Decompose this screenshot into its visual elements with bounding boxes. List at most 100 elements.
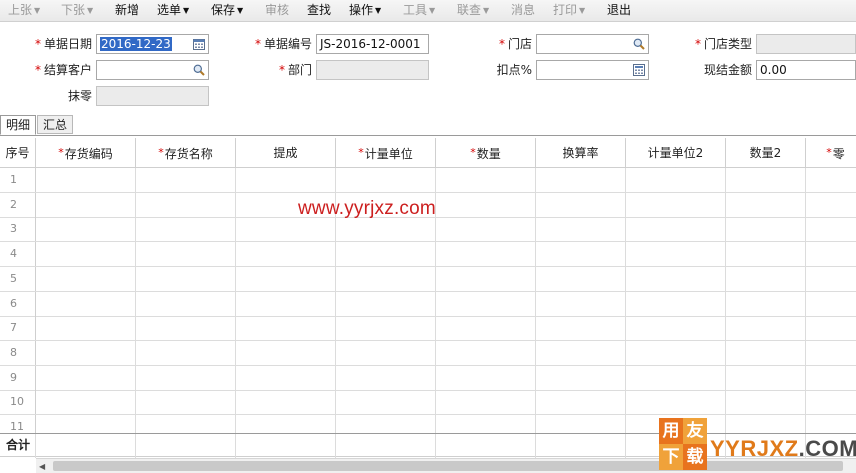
customer-label: * 结算客户	[34, 63, 92, 77]
column-header-1[interactable]: *存货编码	[36, 138, 136, 168]
footer-column-line	[625, 434, 626, 457]
store-type-label: * 门店类型	[694, 37, 752, 51]
table-row[interactable]: 1	[0, 168, 856, 193]
footer-column-line	[335, 434, 336, 457]
store-field[interactable]	[536, 34, 649, 54]
toolbar-button-label: 打印	[553, 3, 578, 17]
column-header-label: 计量单位2	[647, 146, 704, 160]
table-row[interactable]: 6	[0, 291, 856, 317]
chevron-down-icon: ▼	[429, 6, 436, 15]
chevron-down-icon: ▼	[87, 6, 94, 15]
table-row[interactable]: 10	[0, 390, 856, 416]
required-mark: *	[694, 37, 701, 51]
toolbar-button-11[interactable]: 打印 ▼	[553, 2, 585, 18]
table-row[interactable]: 4	[0, 242, 856, 268]
required-mark: *	[158, 146, 164, 159]
discount-field[interactable]	[536, 60, 649, 80]
table-row[interactable]: 3	[0, 217, 856, 243]
column-header-0[interactable]: 序号	[0, 138, 36, 168]
toolbar-button-5[interactable]: 审核	[265, 2, 289, 18]
table-row[interactable]: 8	[0, 340, 856, 366]
toolbar-button-4[interactable]: 保存 ▼	[211, 2, 243, 18]
tab-detail[interactable]: 明细	[0, 115, 37, 135]
toolbar-button-9[interactable]: 联查 ▼	[457, 2, 489, 18]
dept-label: * 部门	[278, 63, 312, 77]
doc-no-label: * 单据编号	[254, 37, 312, 51]
column-header-8[interactable]: 数量2	[726, 138, 806, 168]
footer-column-line	[235, 434, 236, 457]
table-row[interactable]: 7	[0, 316, 856, 342]
toolbar-button-10[interactable]: 消息	[511, 2, 535, 18]
row-number: 7	[0, 316, 36, 341]
scrollbar-thumb[interactable]	[53, 461, 843, 471]
footer-column-line	[535, 434, 536, 457]
chevron-down-icon: ▼	[483, 6, 490, 15]
chevron-down-icon: ▼	[375, 6, 382, 15]
required-mark: *	[58, 146, 64, 159]
doc-no-field[interactable]: JS-2016-12-0001	[316, 34, 429, 54]
logo-char: 下	[659, 444, 683, 470]
discount-label: 扣点%	[496, 63, 532, 77]
table-row[interactable]: 9	[0, 365, 856, 391]
toolbar-button-label: 查找	[307, 3, 332, 17]
cash-amount-value: 0.00	[760, 63, 787, 77]
column-header-label: 序号	[5, 146, 30, 160]
rounding-field	[96, 86, 209, 106]
detail-grid: 序号 *存货编码 *存货名称 提成 *计量单位 *数量 换算率 计量单位2 数量2 *零 1 2 3 4 5…	[0, 138, 856, 458]
doc-date-field[interactable]: 2016-12-23	[96, 34, 209, 54]
logo-char: 载	[683, 444, 707, 470]
toolbar-button-12[interactable]: 退出	[607, 2, 631, 18]
cash-amount-field[interactable]: 0.00	[756, 60, 856, 80]
footer-column-line	[435, 434, 436, 457]
toolbar-button-0[interactable]: 上张 ▼	[8, 2, 40, 18]
toolbar-button-label: 新增	[115, 3, 140, 17]
toolbar-button-6[interactable]: 查找	[307, 2, 331, 18]
toolbar-button-2[interactable]: 新增	[115, 2, 139, 18]
required-mark: *	[358, 146, 364, 159]
required-mark: *	[254, 37, 261, 51]
calculator-icon[interactable]	[633, 64, 645, 76]
column-header-7[interactable]: 计量单位2	[626, 138, 726, 168]
row-number: 10	[0, 390, 36, 415]
row-number: 1	[0, 168, 36, 192]
scroll-left-icon[interactable]: ◀	[39, 462, 45, 471]
toolbar-button-label: 上张	[8, 3, 33, 17]
column-header-9[interactable]: *零	[806, 138, 856, 168]
column-header-label: 提成	[273, 146, 298, 160]
column-header-label: 换算率	[562, 146, 599, 160]
calendar-icon[interactable]	[193, 38, 205, 50]
total-label: 合计	[6, 438, 31, 452]
toolbar-button-7[interactable]: 操作 ▼	[349, 2, 381, 18]
toolbar-button-label: 保存	[211, 3, 236, 17]
chevron-down-icon: ▼	[237, 6, 244, 15]
tab-summary[interactable]: 汇总	[37, 115, 74, 134]
row-number: 9	[0, 365, 36, 390]
column-header-2[interactable]: *存货名称	[136, 138, 236, 168]
required-mark: *	[278, 63, 285, 77]
toolbar-button-8[interactable]: 工具 ▼	[403, 2, 435, 18]
logo-char: 用	[659, 418, 683, 444]
toolbar-button-label: 退出	[607, 3, 632, 17]
footer-column-line	[35, 434, 36, 457]
chevron-down-icon: ▼	[579, 6, 586, 15]
required-mark: *	[470, 146, 476, 159]
column-header-label: 存货编码	[64, 147, 113, 161]
column-header-6[interactable]: 换算率	[536, 138, 626, 168]
toolbar-button-1[interactable]: 下张 ▼	[61, 2, 93, 18]
toolbar: 上张 ▼ 下张 ▼ 新增 选单 ▼ 保存 ▼ 审核 查找 操作 ▼ 工具 ▼ 联查 ▼ 消息 打印 ▼ 退出	[0, 0, 856, 22]
customer-field[interactable]	[96, 60, 209, 80]
toolbar-button-label: 工具	[403, 3, 428, 17]
toolbar-button-label: 操作	[349, 3, 374, 17]
column-header-5[interactable]: *数量	[436, 138, 536, 168]
cash-amount-label: 现结金额	[703, 63, 752, 77]
search-icon[interactable]	[633, 38, 645, 50]
table-row[interactable]: 5	[0, 266, 856, 292]
column-header-3[interactable]: 提成	[236, 138, 336, 168]
row-number: 5	[0, 266, 36, 291]
toolbar-button-label: 消息	[511, 3, 536, 17]
column-header-4[interactable]: *计量单位	[336, 138, 436, 168]
toolbar-button-3[interactable]: 选单 ▼	[157, 2, 189, 18]
search-icon[interactable]	[193, 64, 205, 76]
store-type-field	[756, 34, 856, 54]
rounding-label: 抹零	[67, 89, 92, 103]
